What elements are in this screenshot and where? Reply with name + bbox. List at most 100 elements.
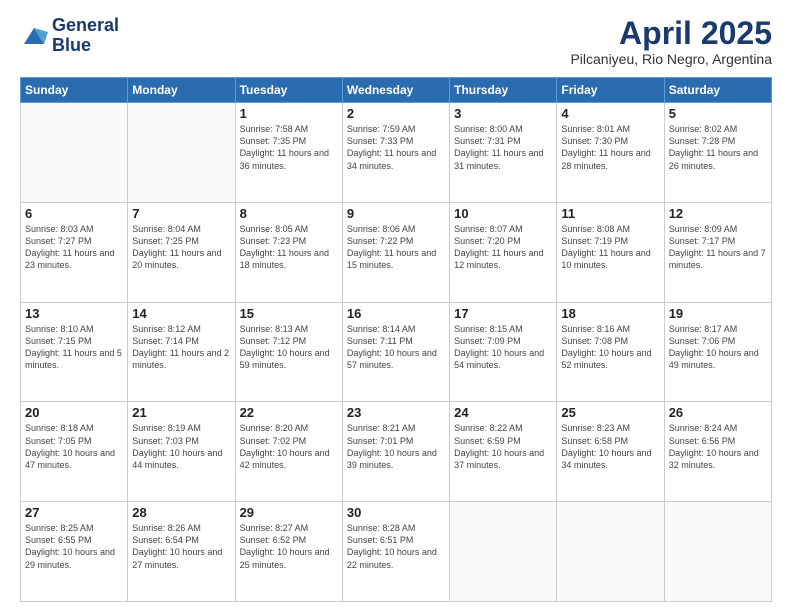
col-sunday: Sunday <box>21 78 128 103</box>
calendar-week-row: 20Sunrise: 8:18 AMSunset: 7:05 PMDayligh… <box>21 402 772 502</box>
table-row: 20Sunrise: 8:18 AMSunset: 7:05 PMDayligh… <box>21 402 128 502</box>
table-row: 2 Sunrise: 7:59 AMSunset: 7:33 PMDaylight… <box>342 103 449 203</box>
day-info: Sunrise: 8:07 AMSunset: 7:20 PMDaylight:… <box>454 223 552 272</box>
day-number: 2 <box>347 106 445 121</box>
day-info: Sunrise: 8:01 AMSunset: 7:30 PMDaylight:… <box>561 123 659 172</box>
day-info: Sunrise: 8:10 AMSunset: 7:15 PMDaylight:… <box>25 323 123 372</box>
day-number: 24 <box>454 405 552 420</box>
day-info: Sunrise: 8:28 AMSunset: 6:51 PMDaylight:… <box>347 522 445 571</box>
table-row: 12 Sunrise: 8:09 AMSunset: 7:17 PMDayligh… <box>664 202 771 302</box>
col-tuesday: Tuesday <box>235 78 342 103</box>
table-row: 13 Sunrise: 8:10 AMSunset: 7:15 PMDayligh… <box>21 302 128 402</box>
day-info: Sunrise: 8:15 AMSunset: 7:09 PMDaylight:… <box>454 323 552 372</box>
day-info: Sunrise: 8:25 AMSunset: 6:55 PMDaylight:… <box>25 522 123 571</box>
day-info: Sunrise: 8:16 AMSunset: 7:08 PMDaylight:… <box>561 323 659 372</box>
day-number: 30 <box>347 505 445 520</box>
day-number: 25 <box>561 405 659 420</box>
table-row: 25 Sunrise: 8:23 AMSunset: 6:58 PMDayligh… <box>557 402 664 502</box>
day-number: 22 <box>240 405 338 420</box>
table-row: 3 Sunrise: 8:00 AMSunset: 7:31 PMDaylight… <box>450 103 557 203</box>
day-number: 29 <box>240 505 338 520</box>
day-number: 4 <box>561 106 659 121</box>
day-info: Sunrise: 8:26 AMSunset: 6:54 PMDaylight:… <box>132 522 230 571</box>
day-number: 12 <box>669 206 767 221</box>
table-row <box>450 502 557 602</box>
table-row: 14Sunrise: 8:12 AMSunset: 7:14 PMDayligh… <box>128 302 235 402</box>
calendar-week-row: 13 Sunrise: 8:10 AMSunset: 7:15 PMDayligh… <box>21 302 772 402</box>
table-row: 29 Sunrise: 8:27 AMSunset: 6:52 PMDayligh… <box>235 502 342 602</box>
day-number: 1 <box>240 106 338 121</box>
table-row: 8 Sunrise: 8:05 AMSunset: 7:23 PMDaylight… <box>235 202 342 302</box>
day-number: 5 <box>669 106 767 121</box>
table-row: 5Sunrise: 8:02 AMSunset: 7:28 PMDaylight… <box>664 103 771 203</box>
logo: General Blue <box>20 16 119 56</box>
day-number: 3 <box>454 106 552 121</box>
table-row: 7 Sunrise: 8:04 AMSunset: 7:25 PMDaylight… <box>128 202 235 302</box>
logo-line2: Blue <box>52 36 119 56</box>
day-info: Sunrise: 8:08 AMSunset: 7:19 PMDaylight:… <box>561 223 659 272</box>
table-row: 9Sunrise: 8:06 AMSunset: 7:22 PMDaylight… <box>342 202 449 302</box>
day-info: Sunrise: 7:59 AMSunset: 7:33 PMDaylight:… <box>347 123 445 172</box>
calendar-week-row: 27 Sunrise: 8:25 AMSunset: 6:55 PMDayligh… <box>21 502 772 602</box>
table-row: 11 Sunrise: 8:08 AMSunset: 7:19 PMDayligh… <box>557 202 664 302</box>
month-title: April 2025 <box>570 16 772 51</box>
day-number: 13 <box>25 306 123 321</box>
table-row: 26 Sunrise: 8:24 AMSunset: 6:56 PMDayligh… <box>664 402 771 502</box>
day-number: 7 <box>132 206 230 221</box>
col-thursday: Thursday <box>450 78 557 103</box>
table-row: 17 Sunrise: 8:15 AMSunset: 7:09 PMDayligh… <box>450 302 557 402</box>
day-info: Sunrise: 8:03 AMSunset: 7:27 PMDaylight:… <box>25 223 123 272</box>
day-number: 26 <box>669 405 767 420</box>
day-number: 19 <box>669 306 767 321</box>
day-info: Sunrise: 8:04 AMSunset: 7:25 PMDaylight:… <box>132 223 230 272</box>
table-row: 16Sunrise: 8:14 AMSunset: 7:11 PMDayligh… <box>342 302 449 402</box>
day-info: Sunrise: 8:27 AMSunset: 6:52 PMDaylight:… <box>240 522 338 571</box>
table-row <box>557 502 664 602</box>
table-row: 18 Sunrise: 8:16 AMSunset: 7:08 PMDayligh… <box>557 302 664 402</box>
day-number: 11 <box>561 206 659 221</box>
day-number: 23 <box>347 405 445 420</box>
table-row <box>128 103 235 203</box>
day-info: Sunrise: 8:24 AMSunset: 6:56 PMDaylight:… <box>669 422 767 471</box>
day-info: Sunrise: 8:05 AMSunset: 7:23 PMDaylight:… <box>240 223 338 272</box>
day-info: Sunrise: 8:09 AMSunset: 7:17 PMDaylight:… <box>669 223 767 272</box>
day-number: 8 <box>240 206 338 221</box>
day-number: 18 <box>561 306 659 321</box>
table-row: 19 Sunrise: 8:17 AMSunset: 7:06 PMDayligh… <box>664 302 771 402</box>
day-info: Sunrise: 8:22 AMSunset: 6:59 PMDaylight:… <box>454 422 552 471</box>
day-number: 10 <box>454 206 552 221</box>
day-info: Sunrise: 8:20 AMSunset: 7:02 PMDaylight:… <box>240 422 338 471</box>
day-number: 20 <box>25 405 123 420</box>
table-row: 24 Sunrise: 8:22 AMSunset: 6:59 PMDayligh… <box>450 402 557 502</box>
calendar-week-row: 6Sunrise: 8:03 AMSunset: 7:27 PMDaylight… <box>21 202 772 302</box>
day-info: Sunrise: 8:23 AMSunset: 6:58 PMDaylight:… <box>561 422 659 471</box>
day-number: 16 <box>347 306 445 321</box>
col-monday: Monday <box>128 78 235 103</box>
col-saturday: Saturday <box>664 78 771 103</box>
col-friday: Friday <box>557 78 664 103</box>
table-row: 22 Sunrise: 8:20 AMSunset: 7:02 PMDayligh… <box>235 402 342 502</box>
day-info: Sunrise: 8:19 AMSunset: 7:03 PMDaylight:… <box>132 422 230 471</box>
calendar-week-row: 1 Sunrise: 7:58 AMSunset: 7:35 PMDaylight… <box>21 103 772 203</box>
page-header: General Blue April 2025 Pilcaniyeu, Rio … <box>20 16 772 67</box>
day-info: Sunrise: 8:12 AMSunset: 7:14 PMDaylight:… <box>132 323 230 372</box>
title-block: April 2025 Pilcaniyeu, Rio Negro, Argent… <box>570 16 772 67</box>
day-info: Sunrise: 7:58 AMSunset: 7:35 PMDaylight:… <box>240 123 338 172</box>
logo-icon <box>20 22 48 50</box>
day-info: Sunrise: 8:00 AMSunset: 7:31 PMDaylight:… <box>454 123 552 172</box>
calendar-table: Sunday Monday Tuesday Wednesday Thursday… <box>20 77 772 602</box>
day-info: Sunrise: 8:17 AMSunset: 7:06 PMDaylight:… <box>669 323 767 372</box>
table-row: 15Sunrise: 8:13 AMSunset: 7:12 PMDayligh… <box>235 302 342 402</box>
day-number: 21 <box>132 405 230 420</box>
table-row: 1 Sunrise: 7:58 AMSunset: 7:35 PMDaylight… <box>235 103 342 203</box>
table-row: 30 Sunrise: 8:28 AMSunset: 6:51 PMDayligh… <box>342 502 449 602</box>
table-row: 27 Sunrise: 8:25 AMSunset: 6:55 PMDayligh… <box>21 502 128 602</box>
day-number: 15 <box>240 306 338 321</box>
day-number: 17 <box>454 306 552 321</box>
table-row: 28Sunrise: 8:26 AMSunset: 6:54 PMDayligh… <box>128 502 235 602</box>
day-number: 9 <box>347 206 445 221</box>
day-number: 27 <box>25 505 123 520</box>
table-row: 23Sunrise: 8:21 AMSunset: 7:01 PMDayligh… <box>342 402 449 502</box>
table-row: 4 Sunrise: 8:01 AMSunset: 7:30 PMDaylight… <box>557 103 664 203</box>
table-row: 10 Sunrise: 8:07 AMSunset: 7:20 PMDayligh… <box>450 202 557 302</box>
